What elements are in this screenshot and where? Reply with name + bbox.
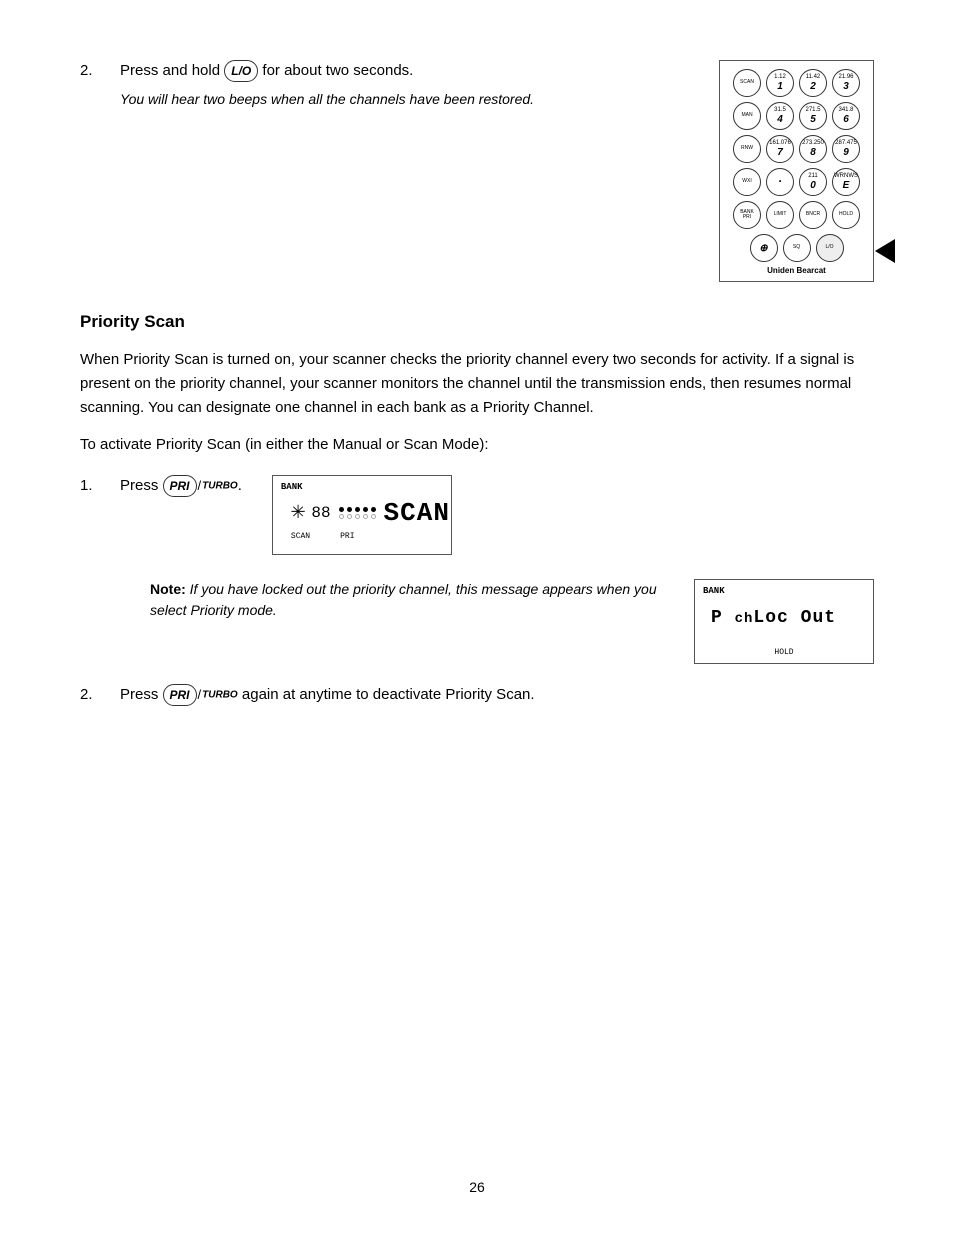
btn-8: 273.2508 [799, 135, 827, 163]
lcd1-pri-label: PRI [340, 532, 354, 541]
man-btn: MAN [733, 102, 761, 130]
btn-1: 1.121 [766, 69, 794, 97]
to-activate-text: To activate Priority Scan (in either the… [80, 434, 874, 457]
power-btn: ⊕ [750, 234, 778, 262]
limit-btn: LIMIT [766, 201, 794, 229]
btn-2: 11.422 [799, 69, 827, 97]
device-brand-label: Uniden Bearcat [726, 266, 867, 275]
lcd1-scan-text: SCAN [384, 498, 450, 528]
btn-3: 21.963 [832, 69, 860, 97]
pri-button-1: PRI [163, 475, 197, 497]
btn-4: 31.54 [766, 102, 794, 130]
pri-button-2: PRI [163, 684, 197, 706]
wxi-btn: WXI [733, 168, 761, 196]
btn-9: 287.4759 [832, 135, 860, 163]
lo-btn-dev: L/O [816, 234, 844, 262]
btn-5: 271.55 [799, 102, 827, 130]
device-row-6: ⊕ SQ L/O [750, 234, 844, 262]
step-1-text: Press PRI/TURBO. [120, 475, 242, 504]
scanner-device: SCAN 1.121 11.422 21.963 MAN 31.54 271.5… [719, 60, 874, 282]
step-1-number: 1. [80, 475, 120, 555]
lcd1-dots [339, 507, 376, 519]
step-2-italic: You will hear two beeps when all the cha… [120, 89, 689, 111]
step-2-priority-block: 2. Press PRI/TURBO again at anytime to d… [80, 684, 874, 713]
arrow-indicator [875, 239, 895, 263]
turbo-label-2: TURBO [202, 689, 238, 700]
lcd2-bank: BANK [703, 586, 725, 596]
lcd1-scan-label: SCAN [291, 532, 310, 541]
turbo-label-1: TURBO [202, 480, 238, 491]
step-2-number: 2. [80, 60, 120, 116]
device-row-1: SCAN 1.121 11.422 21.963 [733, 69, 860, 97]
btn-e: WRNWSE [832, 168, 860, 196]
priority-scan-description: When Priority Scan is turned on, your sc… [80, 348, 874, 420]
scan-btn: SCAN [733, 69, 761, 97]
lcd-display-1: BANK ✳ 88 [272, 475, 452, 555]
btn-dot: · [766, 168, 794, 196]
lcd1-starburst: ✳ [291, 501, 305, 525]
lcd-display-2: BANK P chLoc Out HOLD [694, 579, 874, 664]
top-section: 2. Press and hold L/O for about two seco… [80, 60, 874, 282]
hold-btn-dev: HOLD [832, 201, 860, 229]
lcd2-display-text: P chLoc Out [705, 608, 863, 628]
note-text-body: If you have locked out the priority chan… [150, 581, 657, 619]
device-row-3: RNW 161.0767 273.2508 287.4759 [733, 135, 860, 163]
lcd1-bank: BANK [281, 482, 303, 492]
rnw-btn: RNW [733, 135, 761, 163]
lcd1-88: 88 [311, 504, 330, 522]
device-image-container: SCAN 1.121 11.422 21.963 MAN 31.54 271.5… [719, 60, 874, 282]
lcd1-main-row: ✳ 88 [283, 498, 441, 528]
step-1-row: Press PRI/TURBO. BANK ✳ 88 [120, 475, 874, 555]
device-row-2: MAN 31.54 271.55 341.86 [733, 102, 860, 130]
step-1-block: 1. Press PRI/TURBO. BANK ✳ 88 [80, 475, 874, 555]
device-row-4: WXI · 2110 WRNWSE [733, 168, 860, 196]
note-block: Note: If you have locked out the priorit… [80, 579, 874, 664]
lo-button: L/O [224, 60, 258, 82]
btn-7: 161.0767 [766, 135, 794, 163]
lcd2-hold: HOLD [774, 648, 793, 657]
step-1-content: Press PRI/TURBO. BANK ✳ 88 [120, 475, 874, 555]
btn-0: 2110 [799, 168, 827, 196]
priority-scan-heading: Priority Scan [80, 312, 874, 332]
step-2-priority-text: Press PRI/TURBO again at anytime to deac… [120, 684, 874, 707]
step-2-block: 2. Press and hold L/O for about two seco… [80, 60, 689, 116]
bncr-btn: BNCR [799, 201, 827, 229]
step-2-priority-number: 2. [80, 684, 120, 713]
bank-pri-btn: BANKPRI [733, 201, 761, 229]
squelch-btn: SQ [783, 234, 811, 262]
note-content: Note: If you have locked out the priorit… [150, 579, 664, 622]
page-number: 26 [0, 1179, 954, 1195]
step-2-priority-content: Press PRI/TURBO again at anytime to deac… [120, 684, 874, 713]
lcd1-bottom-labels: SCAN PRI [291, 532, 441, 541]
top-left-content: 2. Press and hold L/O for about two seco… [80, 60, 689, 282]
btn-6: 341.86 [832, 102, 860, 130]
step-2-text: Press and hold L/O for about two seconds… [120, 60, 689, 83]
device-buttons: SCAN 1.121 11.422 21.963 MAN 31.54 271.5… [726, 69, 867, 262]
note-label: Note: [150, 581, 186, 597]
device-row-5: BANKPRI LIMIT BNCR HOLD [733, 201, 860, 229]
step-2-content: Press and hold L/O for about two seconds… [120, 60, 689, 116]
